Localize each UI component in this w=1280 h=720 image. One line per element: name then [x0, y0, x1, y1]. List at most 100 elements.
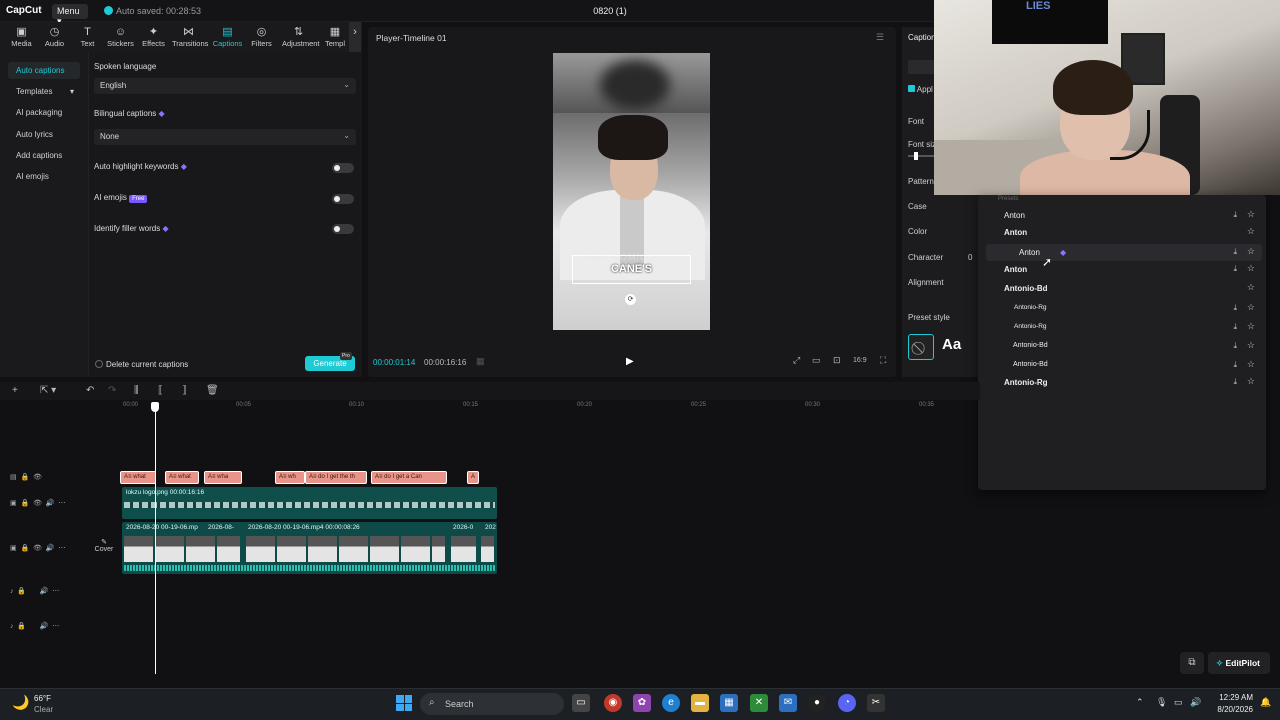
star-icon[interactable]: ☆: [1247, 340, 1255, 351]
tool-captions[interactable]: ▤ Captions: [211, 22, 244, 52]
filler-words-toggle[interactable]: [332, 224, 354, 234]
tool-media[interactable]: ▣ Media: [5, 22, 38, 52]
tool-audio[interactable]: ◷ Audio: [38, 22, 71, 52]
rotate-icon[interactable]: ⟳: [625, 294, 636, 305]
clock-date[interactable]: 8/20/2026: [1205, 705, 1253, 714]
undo-icon[interactable]: ↶: [86, 385, 94, 396]
editpilot-button[interactable]: ✧ EditPilot: [1208, 652, 1270, 674]
star-icon[interactable]: ☆: [1247, 209, 1255, 220]
download-icon[interactable]: ⤓: [1233, 341, 1237, 351]
tool-transitions[interactable]: ⋈ Transitions: [172, 22, 208, 52]
chrome-icon[interactable]: ◉: [604, 694, 622, 712]
caption-clip[interactable]: A≡ wh: [275, 471, 305, 484]
ai-emojis-toggle[interactable]: [332, 194, 354, 204]
font-option[interactable]: Antonio-Bd ⤓ ☆: [986, 357, 1262, 374]
font-option[interactable]: Antonio-Rg ⤓ ☆: [986, 319, 1262, 336]
xbox-icon[interactable]: ✕: [750, 694, 768, 712]
audio-track-1-controls[interactable]: ♪ 🔒 🔊 ⋯: [10, 587, 59, 595]
play-icon[interactable]: ▶: [626, 356, 634, 367]
microphone-icon[interactable]: 🎙: [1156, 697, 1167, 708]
tool-stickers[interactable]: ☺ Stickers: [104, 22, 137, 52]
caption-clip[interactable]: A≡ what: [120, 471, 156, 484]
star-icon[interactable]: ☆: [1247, 226, 1255, 237]
tool-templates[interactable]: ▦ Templ: [322, 22, 348, 52]
clock-time[interactable]: 12:29 AM: [1205, 693, 1253, 702]
taskbar-search[interactable]: [420, 693, 564, 715]
ratio-button[interactable]: 16:9: [853, 357, 867, 364]
fit-icon[interactable]: ⤢: [793, 355, 800, 366]
slider-handle[interactable]: [914, 152, 918, 160]
sidebar-item-auto-captions[interactable]: Auto captions: [8, 62, 80, 79]
volume-icon[interactable]: 🔊: [1190, 697, 1201, 708]
outlook-icon[interactable]: ✉: [779, 694, 797, 712]
player-menu-icon[interactable]: ☰: [876, 32, 884, 43]
font-option[interactable]: Antonio-Rg ⤓ ☆: [986, 300, 1262, 317]
apply-all-checkbox[interactable]: Appl: [908, 85, 933, 94]
caption-clip[interactable]: A≡ what: [165, 471, 199, 484]
edge-icon[interactable]: e: [662, 694, 680, 712]
bilingual-select[interactable]: None ⌄: [94, 129, 356, 145]
delete-icon[interactable]: 🗑: [206, 385, 219, 396]
main-track-controls[interactable]: ▣ 🔒 👁 🔊 ⋯: [10, 544, 66, 552]
tool-text[interactable]: T Text: [71, 22, 104, 52]
download-icon[interactable]: ⤓: [1233, 322, 1237, 332]
obs-icon[interactable]: ●: [808, 694, 826, 712]
star-icon[interactable]: ☆: [1247, 246, 1255, 257]
tray-chevron-icon[interactable]: ⌃: [1136, 697, 1144, 708]
redo-icon[interactable]: ↷: [108, 385, 116, 396]
caption-track-controls[interactable]: ▤ 🔒 👁: [10, 473, 42, 481]
preset-style-aa[interactable]: Aa: [942, 336, 961, 353]
tool-filters[interactable]: ◎ Filters: [245, 22, 278, 52]
tool-adjustment[interactable]: ⇅ Adjustment: [282, 22, 320, 52]
character-spacing-value[interactable]: 0: [968, 253, 972, 262]
select-tool-icon[interactable]: ⇱ ▾: [40, 385, 56, 396]
caption-clip[interactable]: A≡ do I get the th: [305, 471, 367, 484]
toolbar-scroll-right[interactable]: ›: [349, 22, 361, 52]
weather-moon-icon[interactable]: 🌙: [12, 694, 29, 711]
download-icon[interactable]: ⤓: [1233, 303, 1237, 313]
notifications-icon[interactable]: 🔔: [1260, 697, 1271, 708]
download-icon[interactable]: ⤓: [1233, 210, 1237, 220]
highlight-keywords-toggle[interactable]: [332, 163, 354, 173]
font-option[interactable]: Antonio-Bd ☆: [986, 280, 1262, 297]
audio-track-2-controls[interactable]: ♪ 🔒 🔊 ⋯: [10, 622, 59, 630]
delete-captions-checkbox[interactable]: [95, 360, 103, 368]
download-icon[interactable]: ⤓: [1233, 377, 1237, 387]
star-icon[interactable]: ☆: [1247, 359, 1255, 370]
font-option[interactable]: Anton ◆ ⤓ ☆: [986, 244, 1262, 261]
sidebar-item-ai-packaging[interactable]: AI packaging: [8, 104, 80, 121]
weather-temp[interactable]: 66°F: [34, 694, 51, 703]
capcut-taskbar-icon[interactable]: ✂: [867, 694, 885, 712]
caption-clip[interactable]: A: [467, 471, 479, 484]
download-icon[interactable]: ⤓: [1233, 360, 1237, 370]
caption-clip[interactable]: A≡ do I get a Can: [371, 471, 447, 484]
no-style-icon[interactable]: ⃠: [908, 334, 934, 360]
sidebar-item-auto-lyrics[interactable]: Auto lyrics: [8, 126, 80, 143]
sidebar-item-ai-emojis[interactable]: AI emojis: [8, 168, 80, 185]
overlay-track-controls[interactable]: ▣ 🔒 👁 🔊 ⋯: [10, 499, 66, 507]
network-icon[interactable]: ▭: [1174, 697, 1183, 708]
font-option[interactable]: Anton ⤓ ☆: [986, 261, 1262, 278]
trim-right-icon[interactable]: ⟧: [182, 385, 187, 396]
quality-icon[interactable]: ▭: [812, 355, 821, 366]
font-option[interactable]: Anton ☆: [986, 224, 1262, 241]
cover-button[interactable]: ✎ Cover: [93, 538, 115, 553]
star-icon[interactable]: ☆: [1247, 263, 1255, 274]
font-option[interactable]: Antonio-Rg ⤓ ☆: [986, 374, 1262, 391]
fullscreen-icon[interactable]: ⛶: [880, 355, 886, 366]
copilot-icon[interactable]: ✿: [633, 694, 651, 712]
download-icon[interactable]: ⤓: [1233, 247, 1237, 257]
playhead[interactable]: [155, 404, 156, 674]
split-icon[interactable]: ⫼: [134, 385, 139, 396]
star-icon[interactable]: ☆: [1247, 282, 1255, 293]
screenshot-icon[interactable]: ⊡: [833, 355, 841, 366]
spoken-language-select[interactable]: English ⌄: [94, 78, 356, 94]
store-icon[interactable]: ▦: [720, 694, 738, 712]
discord-icon[interactable]: ◔: [838, 694, 856, 712]
windows-start-icon[interactable]: [396, 695, 412, 711]
sidebar-item-templates[interactable]: Templates ▾: [8, 83, 80, 100]
download-icon[interactable]: ⤓: [1233, 264, 1237, 274]
font-option[interactable]: Antonio-Bd ⤓ ☆: [986, 338, 1262, 355]
trim-left-icon[interactable]: ⟦: [158, 385, 163, 396]
tool-effects[interactable]: ✦ Effects: [137, 22, 170, 52]
